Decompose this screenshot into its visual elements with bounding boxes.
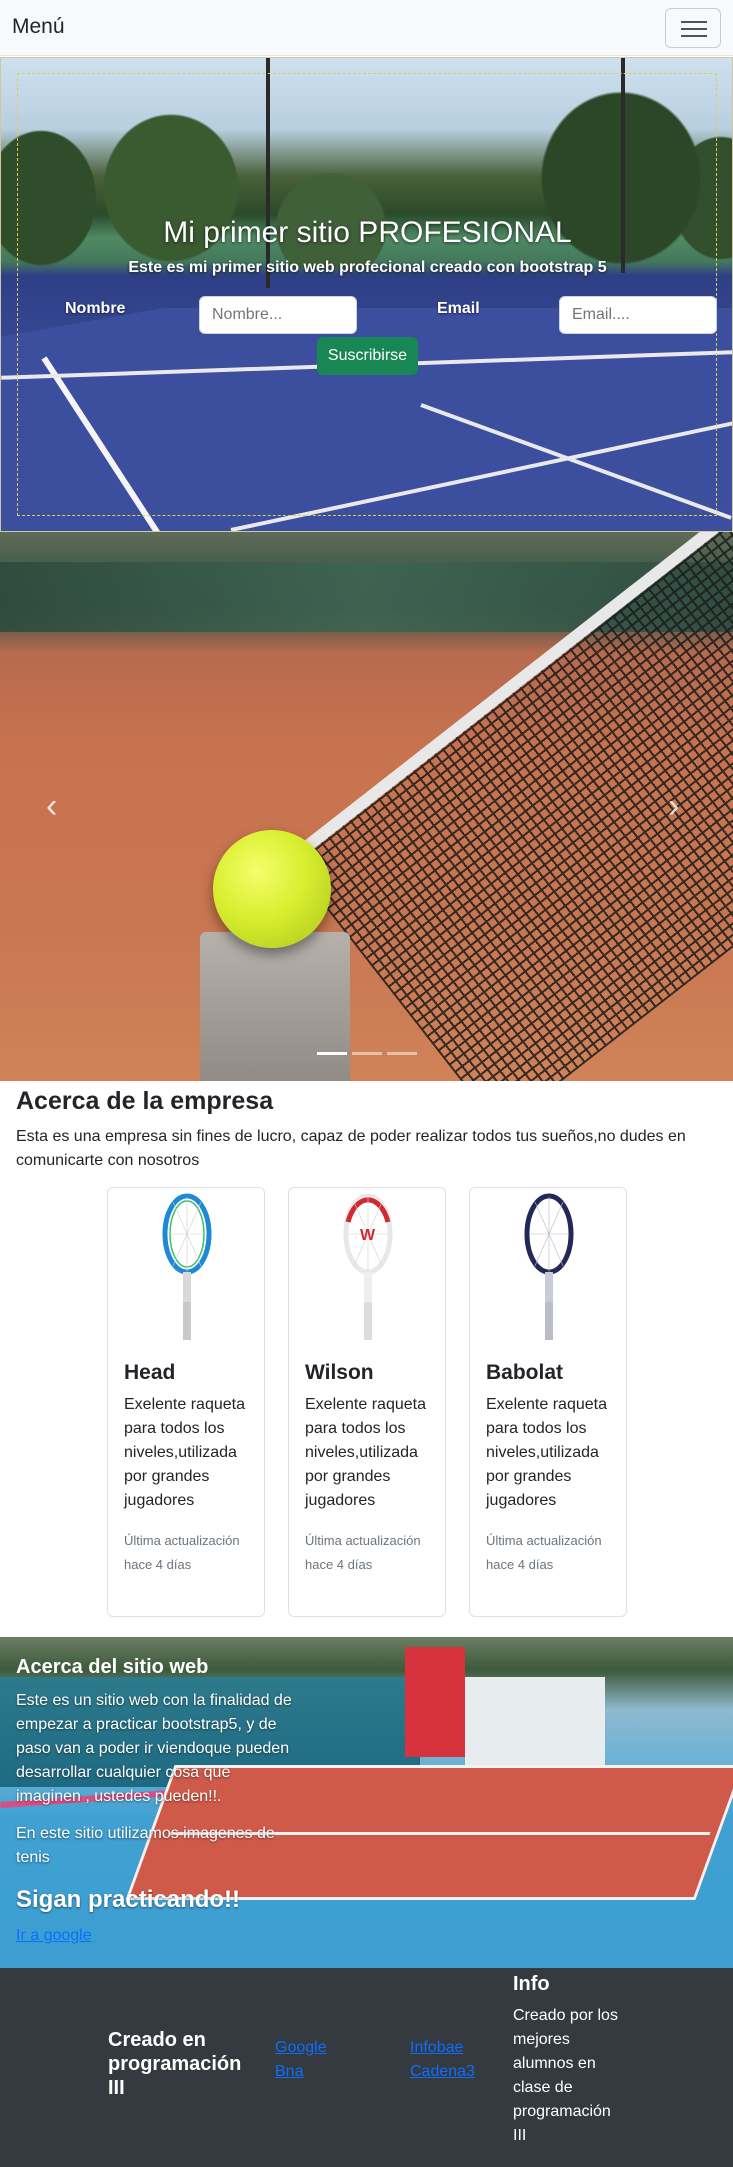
product-card-head: Head Exelente raqueta para todos los niv…	[107, 1187, 265, 1617]
hamburger-icon	[681, 21, 707, 23]
footer-link-infobae[interactable]: Infobae	[410, 2036, 463, 2060]
card-text: Exelente raqueta para todos los niveles,…	[305, 1396, 426, 1509]
navbar: Menú	[0, 0, 733, 56]
card-updated: Última actualización hace 4 días	[305, 1533, 421, 1572]
hero-form-container	[17, 73, 717, 516]
footer-info-text: Creado por los mejores alumnos en clase …	[513, 2007, 618, 2144]
racket-image	[524, 1193, 574, 1340]
carousel-indicators	[317, 1052, 417, 1056]
hero-subtitle: Este es mi primer sitio web profecional …	[128, 259, 607, 276]
navbar-toggler-button[interactable]	[665, 8, 721, 48]
carousel-indicator[interactable]	[387, 1052, 417, 1055]
carousel-indicator[interactable]	[352, 1052, 382, 1055]
card-text: Exelente raqueta para todos los niveles,…	[486, 1396, 607, 1509]
email-label: Email	[437, 300, 480, 317]
card-updated: Última actualización hace 4 días	[486, 1533, 602, 1572]
feature-text: Este es un sitio web con la finalidad de…	[16, 1692, 292, 1805]
chevron-left-icon[interactable]: ‹	[46, 787, 57, 826]
navbar-brand[interactable]: Menú	[12, 15, 65, 39]
svg-text:W: W	[360, 1227, 376, 1244]
about-text: Esta es una empresa sin fines de lucro, …	[16, 1128, 686, 1169]
name-input[interactable]	[199, 296, 357, 334]
card-text: Exelente raqueta para todos los niveles,…	[124, 1396, 245, 1509]
racket-image	[162, 1193, 212, 1340]
name-label: Nombre	[65, 300, 126, 317]
email-input[interactable]	[559, 296, 717, 334]
carousel-indicator[interactable]	[317, 1052, 347, 1055]
footer-link-cadena3[interactable]: Cadena3	[410, 2060, 475, 2084]
card-updated: Última actualización hace 4 días	[124, 1533, 240, 1572]
image-carousel: ‹ ›	[0, 532, 733, 1081]
footer-title: Creado en programación III	[108, 2029, 242, 2099]
hero-section: Mi primer sitio PROFESIONAL Este es mi p…	[0, 57, 733, 532]
subscribe-button[interactable]: Suscribirse	[317, 337, 418, 375]
footer-link-bna[interactable]: Bna	[275, 2060, 303, 2084]
feature-section: Acerca del sitio web Este es un sitio we…	[0, 1637, 733, 1968]
racket-image: W	[343, 1193, 393, 1340]
feature-heading: Sigan practicando!!	[16, 1886, 241, 1913]
product-card-wilson: W Wilson Exelente raqueta para todos los…	[288, 1187, 446, 1617]
hero-title: Mi primer sitio PROFESIONAL	[163, 216, 572, 249]
footer-link-google[interactable]: Google	[275, 2036, 327, 2060]
about-title: Acerca de la empresa	[16, 1087, 274, 1115]
card-title: Wilson	[305, 1361, 374, 1384]
footer-info-title: Info	[513, 1973, 550, 1995]
footer: Creado en programación III Google Bna In…	[0, 1968, 733, 2167]
product-card-babolat: Babolat Exelente raqueta para todos los …	[469, 1187, 627, 1617]
feature-text-secondary: En este sitio utilizamos imagenes de ten…	[16, 1825, 275, 1866]
chevron-right-icon[interactable]: ›	[668, 787, 679, 826]
net-post	[200, 932, 350, 1081]
feature-title: Acerca del sitio web	[16, 1656, 209, 1678]
card-title: Babolat	[486, 1361, 564, 1384]
card-title: Head	[124, 1361, 176, 1384]
tennis-ball	[213, 830, 331, 948]
google-link[interactable]: Ir a google	[16, 1927, 92, 1945]
